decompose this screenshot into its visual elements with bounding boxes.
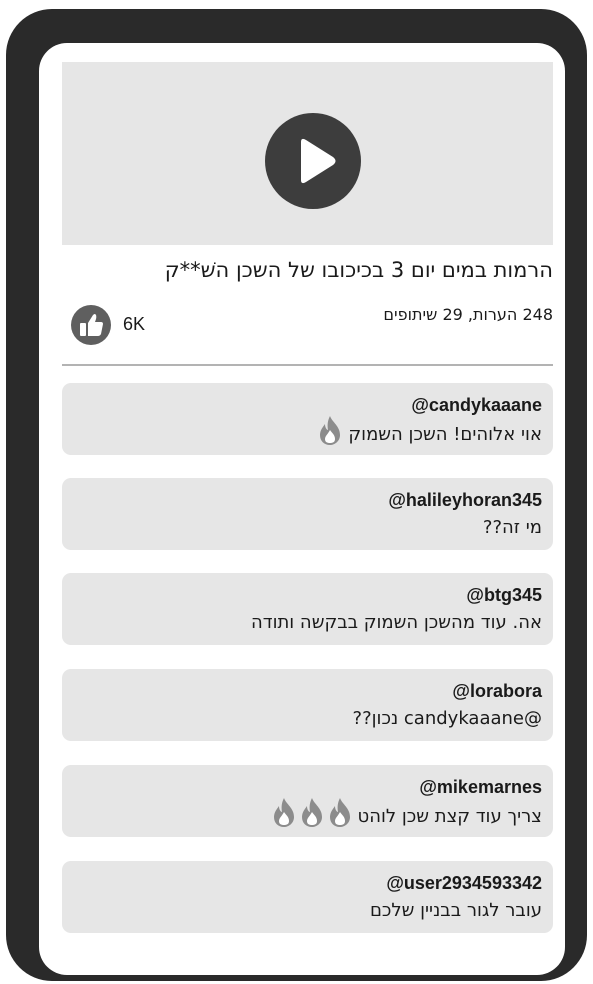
like-button[interactable]: [71, 305, 111, 345]
comment-text-row: אוי אלוהים! השכן השמוק: [316, 416, 542, 446]
comment-text-row: @candykaaane נכון??: [353, 708, 542, 729]
comment-username[interactable]: @halileyhoran345: [388, 490, 542, 511]
comment[interactable]: @halileyhoran345 מי זה??: [62, 478, 553, 550]
fire-emojis: [270, 798, 354, 828]
comment[interactable]: @mikemarnes צריך עוד קצת שכן לוהט: [62, 765, 553, 837]
comment[interactable]: @user2934593342 עובר לגור בבניין שלכם: [62, 861, 553, 933]
thumbs-up-icon: [80, 314, 103, 336]
comment-username[interactable]: @candykaaane: [411, 395, 542, 416]
comment-username[interactable]: @mikemarnes: [419, 777, 542, 798]
comment-username[interactable]: @user2934593342: [386, 873, 542, 894]
comment-text-row: אה. עוד מהשכן השמוק בבקשה ותודה: [251, 612, 542, 633]
comment[interactable]: @btg345 אה. עוד מהשכן השמוק בבקשה ותודה: [62, 573, 553, 645]
post-stats: 248 הערות, 29 שיתופים: [383, 305, 553, 324]
comment-text: אוי אלוהים! השכן השמוק: [348, 423, 542, 445]
fire-icon: [326, 796, 354, 828]
play-button[interactable]: [265, 113, 361, 209]
comment-text: צריך עוד קצת שכן לוהט: [357, 805, 542, 827]
comment-text-row: מי זה??: [483, 517, 542, 538]
post-title: הרמות במים יום 3 בכיכובו של השכן השׁ**ק: [164, 258, 553, 282]
comment-text: עובר לגור בבניין שלכם: [369, 900, 542, 921]
fire-icon: [316, 414, 344, 446]
comment[interactable]: @candykaaane אוי אלוהים! השכן השמוק: [62, 383, 553, 455]
comment-text-row: עובר לגור בבניין שלכם: [370, 900, 542, 921]
divider: [62, 364, 553, 366]
fire-icon: [298, 796, 326, 828]
like-count: 6K: [123, 314, 146, 334]
video-player[interactable]: [62, 62, 553, 245]
screen: הרמות במים יום 3 בכיכובו של השכן השׁ**ק …: [39, 43, 565, 975]
comment[interactable]: @lorabora @candykaaane נכון??: [62, 669, 553, 741]
fire-emojis: [316, 416, 344, 446]
phone-frame: הרמות במים יום 3 בכיכובו של השכן השׁ**ק …: [6, 9, 587, 981]
comment-text: מי זה??: [482, 517, 542, 538]
comment-text: אה. עוד מהשכן השמוק בבקשה ותודה: [250, 612, 542, 633]
comment-username[interactable]: @lorabora: [452, 681, 542, 702]
fire-icon: [270, 796, 298, 828]
comment-text: @candykaaane נכון??: [352, 708, 542, 729]
comment-username[interactable]: @btg345: [466, 585, 542, 606]
play-icon: [301, 138, 336, 184]
comment-text-row: צריך עוד קצת שכן לוהט: [270, 798, 542, 828]
